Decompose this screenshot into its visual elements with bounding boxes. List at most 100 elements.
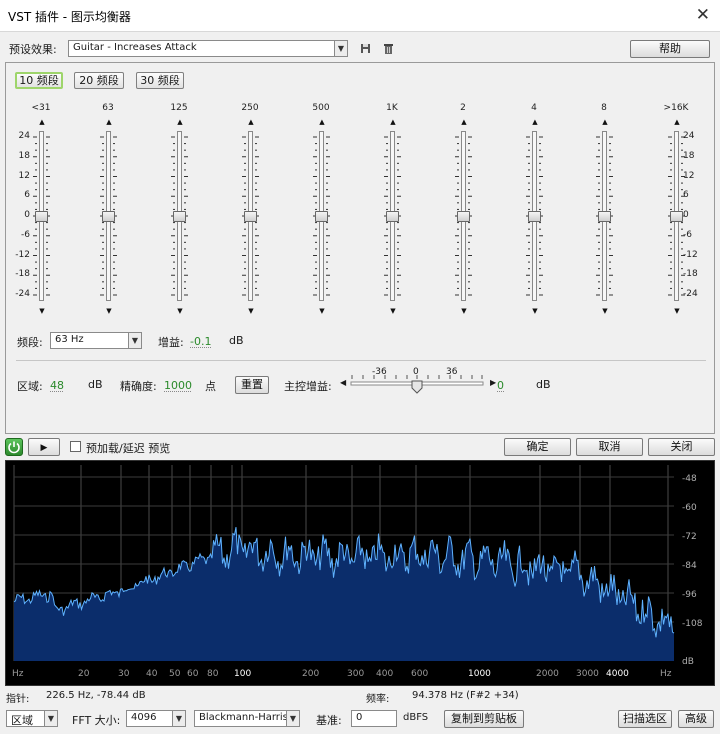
reset-button[interactable]: 重置 [235,376,269,394]
window-value: Blackmann-Harris [199,712,288,723]
spectrum-plot[interactable]: Hz 20 30 40 50 60 80 100 200 300 400 600 1000 2000 300… [6,461,714,685]
fft-dropdown[interactable]: 4096 ▼ [126,710,186,727]
band-up-arrow-icon[interactable]: ▲ [600,118,610,126]
save-icon[interactable] [360,43,371,54]
status-row: 指针: 226.5 Hz, -78.44 dB 频率: 94.378 Hz (F… [0,688,720,706]
spectrum-x-tick-label: 40 [146,669,158,679]
help-button[interactable]: 帮助 [630,40,710,58]
preload-checkbox[interactable] [70,441,81,452]
cursor-value: 226.5 Hz, -78.44 dB [46,690,146,701]
db-scale-label: 12 [683,170,695,181]
spectrum-y-tick-label: -48 [682,474,697,484]
spectrum-y-tick-label: -108 [682,619,703,629]
preset-dropdown[interactable]: Guitar - Increases Attack ▼ [68,40,348,57]
power-icon[interactable] [5,438,23,456]
db-scale-label: -24 [15,289,30,299]
eq-panel: 10 频段 20 频段 30 频段 <31 ▲ ▼ 63 ▲ ▼ 125 ▲ ▼ 250 ▲ ▼ 500… [5,62,715,434]
accuracy-value[interactable]: 1000 [164,379,192,392]
band-slider-thumb[interactable] [598,211,611,222]
gain-value[interactable]: -0.1 [190,335,211,348]
gain-unit: dB [229,334,244,347]
delete-icon[interactable] [383,43,394,54]
reference-input[interactable]: 0 [351,710,397,727]
band-down-arrow-icon[interactable]: ▼ [317,307,327,315]
band-up-arrow-icon[interactable]: ▲ [530,118,540,126]
close-button[interactable]: 关闭 [648,438,715,456]
band-slider-thumb[interactable] [528,211,541,222]
band-down-arrow-icon[interactable]: ▼ [37,307,47,315]
ok-button[interactable]: 确定 [504,438,571,456]
preload-label: 预加载/延迟 预览 [86,442,171,455]
band-slider-thumb[interactable] [173,211,186,222]
arrow-right-icon[interactable]: ▶ [490,378,496,387]
advanced-button[interactable]: 高级 [678,710,714,728]
spectrum-x-tick-label: 600 [411,669,428,679]
region-dropdown[interactable]: 区域 ▼ [6,710,58,727]
band-select-value: 63 Hz [55,334,84,345]
master-gain-slider[interactable] [349,372,485,394]
band-slider-thumb[interactable] [670,211,683,222]
spectrum-x-tick-label: 4000 [606,669,629,679]
copy-clipboard-button[interactable]: 复制到剪贴板 [444,710,524,728]
divider [16,360,706,361]
band-down-arrow-icon[interactable]: ▼ [246,307,256,315]
db-scale-label: 18 [18,150,30,161]
band-down-arrow-icon[interactable]: ▼ [459,307,469,315]
db-scale-label: -6 [683,229,692,240]
band-up-arrow-icon[interactable]: ▲ [37,118,47,126]
db-scale-label: 24 [683,131,695,141]
band-20-button[interactable]: 20 频段 [74,72,124,89]
chevron-down-icon: ▼ [286,711,299,726]
band-slider-thumb[interactable] [102,211,115,222]
band-30-button[interactable]: 30 频段 [136,72,184,89]
band-frequency-label: <31 [31,103,51,113]
range-value[interactable]: 48 [50,379,64,392]
band-select-dropdown[interactable]: 63 Hz ▼ [50,332,142,349]
band-up-arrow-icon[interactable]: ▲ [459,118,469,126]
play-button[interactable]: ▶ [28,438,60,456]
band-slider-thumb[interactable] [457,211,470,222]
spectrum-x-tick-label: 50 [169,669,181,679]
arrow-left-icon[interactable]: ◀ [340,378,346,387]
band-down-arrow-icon[interactable]: ▼ [530,307,540,315]
db-scale-label: -12 [683,249,698,260]
band-down-arrow-icon[interactable]: ▼ [388,307,398,315]
band-down-arrow-icon[interactable]: ▼ [600,307,610,315]
band-up-arrow-icon[interactable]: ▲ [104,118,114,126]
band-10-button[interactable]: 10 频段 [15,72,63,89]
spectrum-panel: Hz 20 30 40 50 60 80 100 200 300 400 600 1000 2000 300… [5,460,715,686]
close-icon[interactable]: ✕ [696,5,710,25]
band-up-arrow-icon[interactable]: ▲ [317,118,327,126]
band-down-arrow-icon[interactable]: ▼ [175,307,185,315]
scan-selection-button[interactable]: 扫描选区 [618,710,672,728]
spectrum-y-tick-label: -84 [682,561,697,571]
spectrum-x-tick-label: 300 [347,669,364,679]
master-gain-value[interactable]: 0 [497,379,504,392]
band-down-arrow-icon[interactable]: ▼ [672,307,682,315]
band-up-arrow-icon[interactable]: ▲ [175,118,185,126]
window-dropdown[interactable]: Blackmann-Harris ▼ [194,710,300,727]
master-gain-label: 主控增益: [284,380,332,393]
chevron-down-icon: ▼ [334,41,347,56]
cancel-button[interactable]: 取消 [576,438,643,456]
window-title: VST 插件 - 图示均衡器 [8,10,131,24]
band-slider-thumb[interactable] [244,211,257,222]
fft-value: 4096 [131,712,157,723]
band-slider-thumb[interactable] [35,211,48,222]
band-up-arrow-icon[interactable]: ▲ [388,118,398,126]
band-up-arrow-icon[interactable]: ▲ [246,118,256,126]
spectrum-y-tick-label: -96 [682,590,697,600]
band-slider-thumb[interactable] [386,211,399,222]
band-down-arrow-icon[interactable]: ▼ [104,307,114,315]
band-up-arrow-icon[interactable]: ▲ [672,118,682,126]
db-scale-label: -12 [15,249,30,260]
control-row: ▶ 预加载/延迟 预览 确定 取消 关闭 [0,437,720,459]
band-frequency-label: >16K [663,103,689,113]
band-slider-thumb[interactable] [315,211,328,222]
accuracy-unit: 点 [205,380,216,393]
spectrum-x-tick-label: 1000 [468,669,491,679]
region-label: 区域 [11,714,33,727]
db-scale-label: -6 [21,229,30,240]
bottom-toolbar: 区域 ▼ FFT 大小: 4096 ▼ Blackmann-Harris ▼ 基… [0,708,720,730]
master-gain-unit: dB [536,378,551,391]
